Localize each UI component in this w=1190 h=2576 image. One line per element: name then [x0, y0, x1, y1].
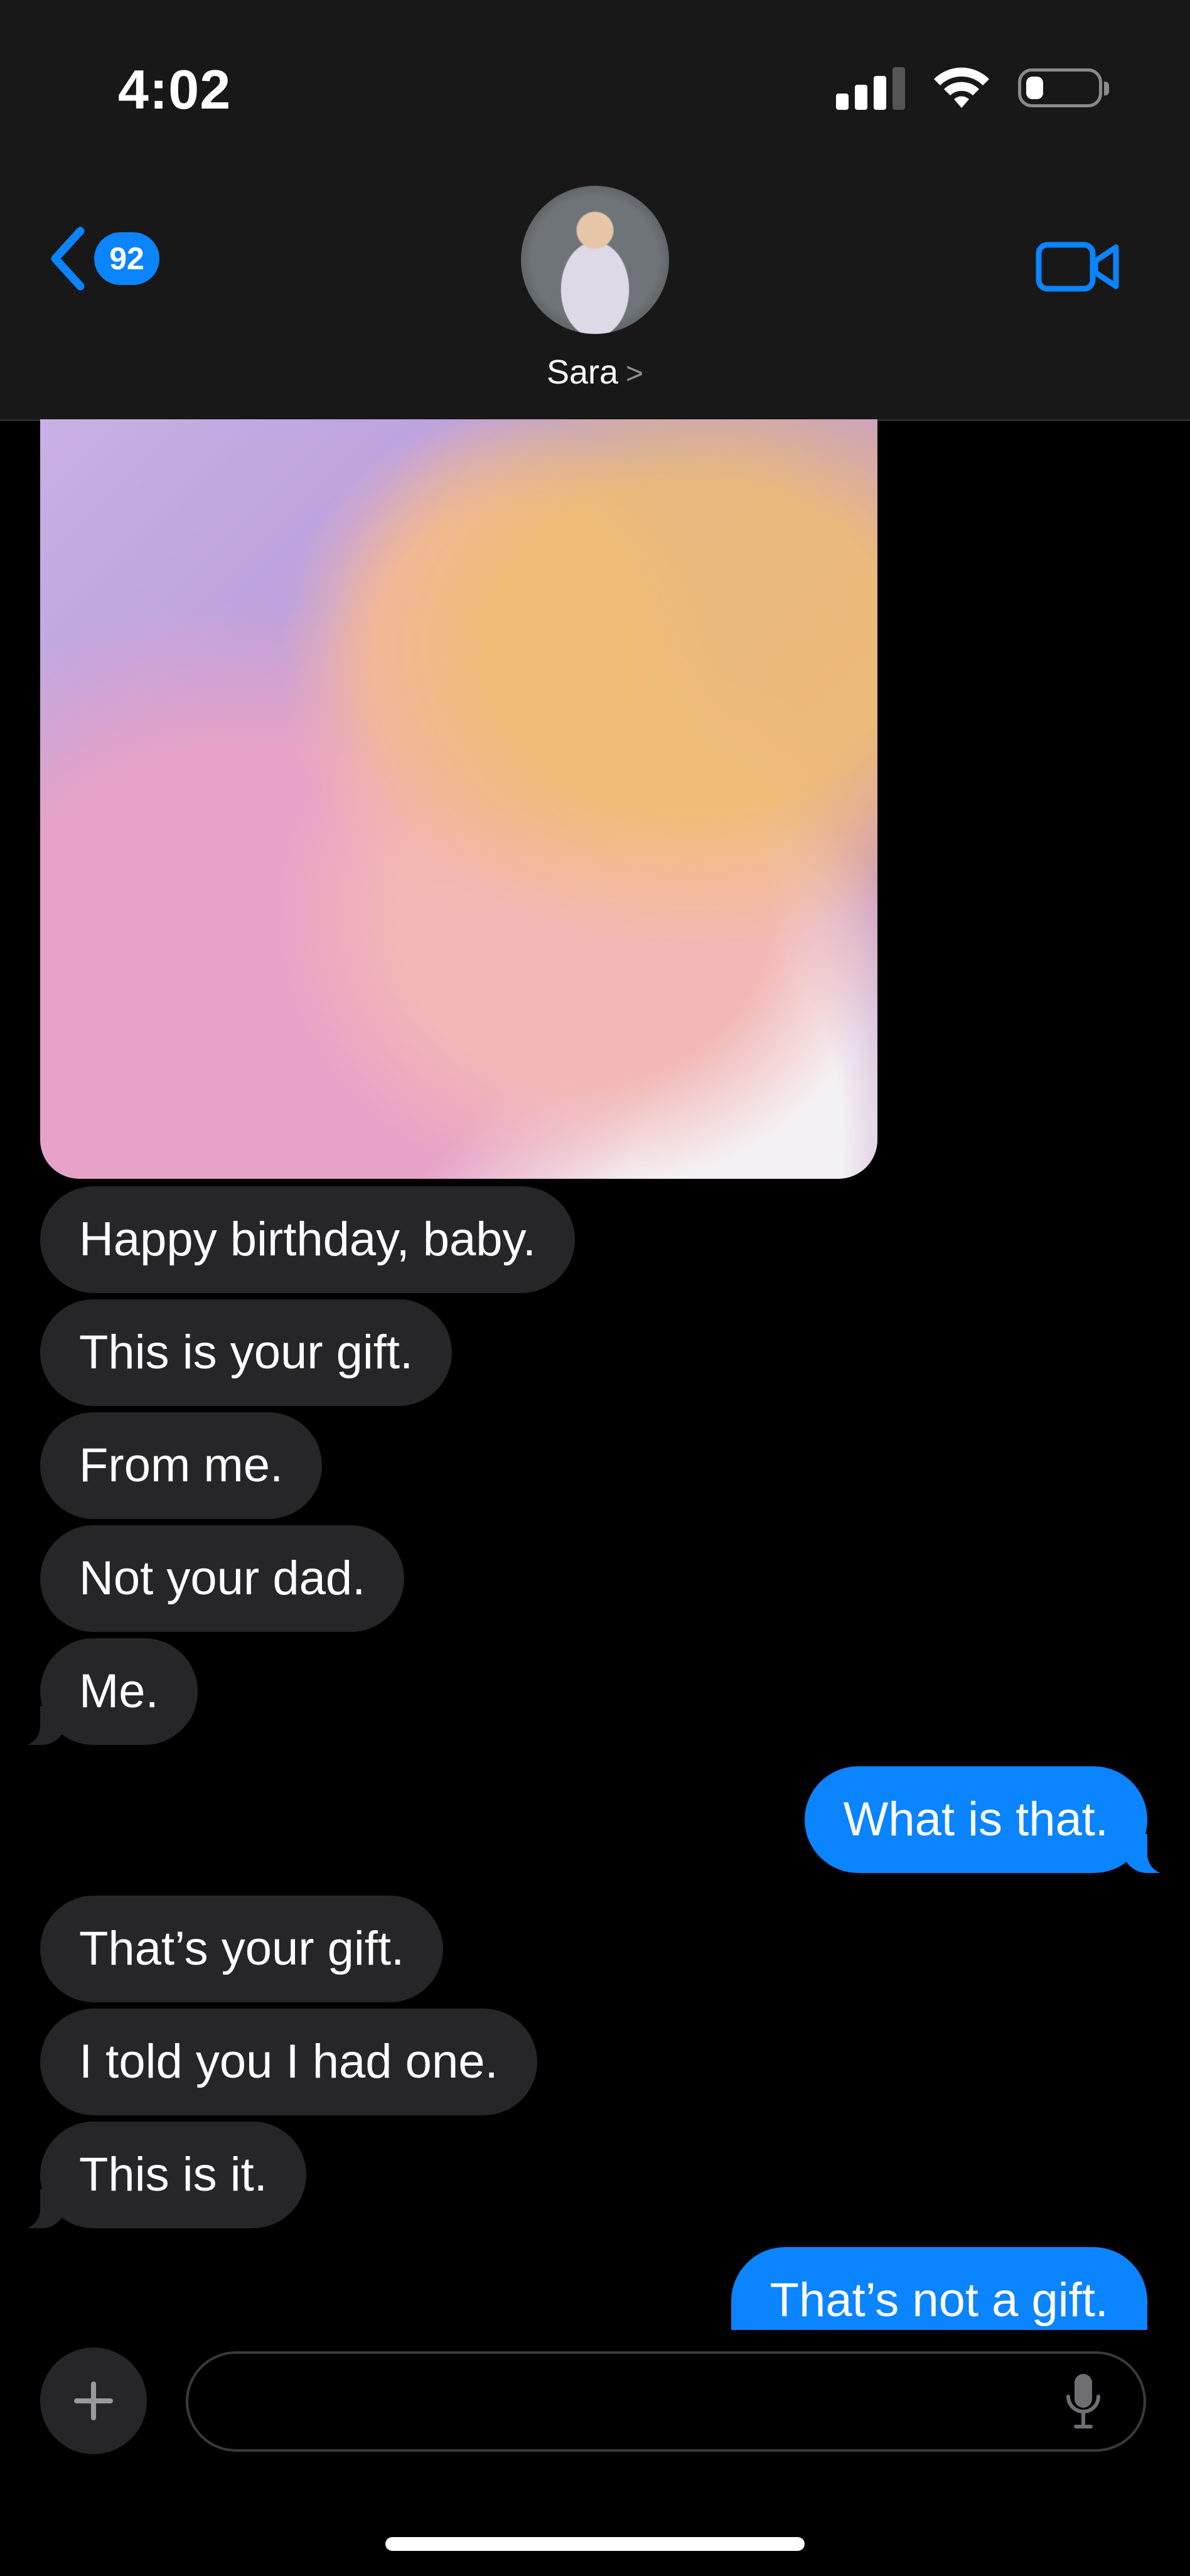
- microphone-icon[interactable]: [1063, 2371, 1103, 2432]
- message-bubble-outgoing: What is that.: [804, 1766, 1177, 1874]
- cellular-signal-icon: [836, 66, 905, 110]
- message-text: That’s your gift.: [79, 1922, 405, 1975]
- message-bubble-incoming: I told you I had one.: [40, 2009, 537, 2115]
- message-text: Not your dad.: [79, 1552, 366, 1605]
- plus-icon: [74, 2381, 113, 2420]
- message-bubble-incoming: Not your dad.: [40, 1525, 405, 1632]
- message-text: That’s not a gift.: [769, 2273, 1108, 2327]
- contact-avatar[interactable]: [521, 186, 669, 334]
- battery-icon: [1018, 68, 1109, 107]
- chevron-left-icon: [51, 227, 85, 291]
- message-bubble-incoming: This is your gift.: [40, 1299, 453, 1406]
- message-text: What is that.: [843, 1793, 1108, 1846]
- message-text: I told you I had one.: [79, 2035, 498, 2088]
- message-text: From me.: [79, 1439, 284, 1492]
- contact-name[interactable]: Sara >: [0, 353, 1190, 392]
- conversation-header: 4:02 92 Sara >: [0, 0, 1190, 421]
- chevron-right-icon: >: [626, 357, 644, 390]
- wifi-icon: [934, 67, 989, 108]
- contact-name-label: Sara: [546, 353, 619, 391]
- add-attachment-button[interactable]: [40, 2348, 147, 2454]
- video-camera-icon[interactable]: [1036, 239, 1121, 295]
- home-indicator: [385, 2537, 805, 2551]
- message-bubble-incoming: From me.: [40, 1412, 323, 1519]
- status-icons: [836, 63, 1109, 113]
- back-button[interactable]: 92: [48, 226, 159, 291]
- photo-message[interactable]: [40, 419, 877, 1179]
- message-input[interactable]: [213, 2354, 1032, 2450]
- message-bubble-incoming: Me.: [13, 1638, 198, 1746]
- message-input-field[interactable]: [186, 2351, 1146, 2452]
- message-text: This is your gift.: [79, 1326, 414, 1379]
- message-bubble-incoming: That’s your gift.: [40, 1896, 444, 2002]
- message-text: Me.: [79, 1665, 159, 1718]
- message-bubble-incoming: Happy birthday, baby.: [40, 1186, 576, 1293]
- message-text: Happy birthday, baby.: [79, 1213, 537, 1266]
- message-bubble-incoming: This is it.: [13, 2122, 306, 2230]
- unread-count-badge: 92: [94, 232, 159, 285]
- status-time: 4:02: [118, 58, 232, 121]
- message-text: This is it.: [79, 2148, 267, 2201]
